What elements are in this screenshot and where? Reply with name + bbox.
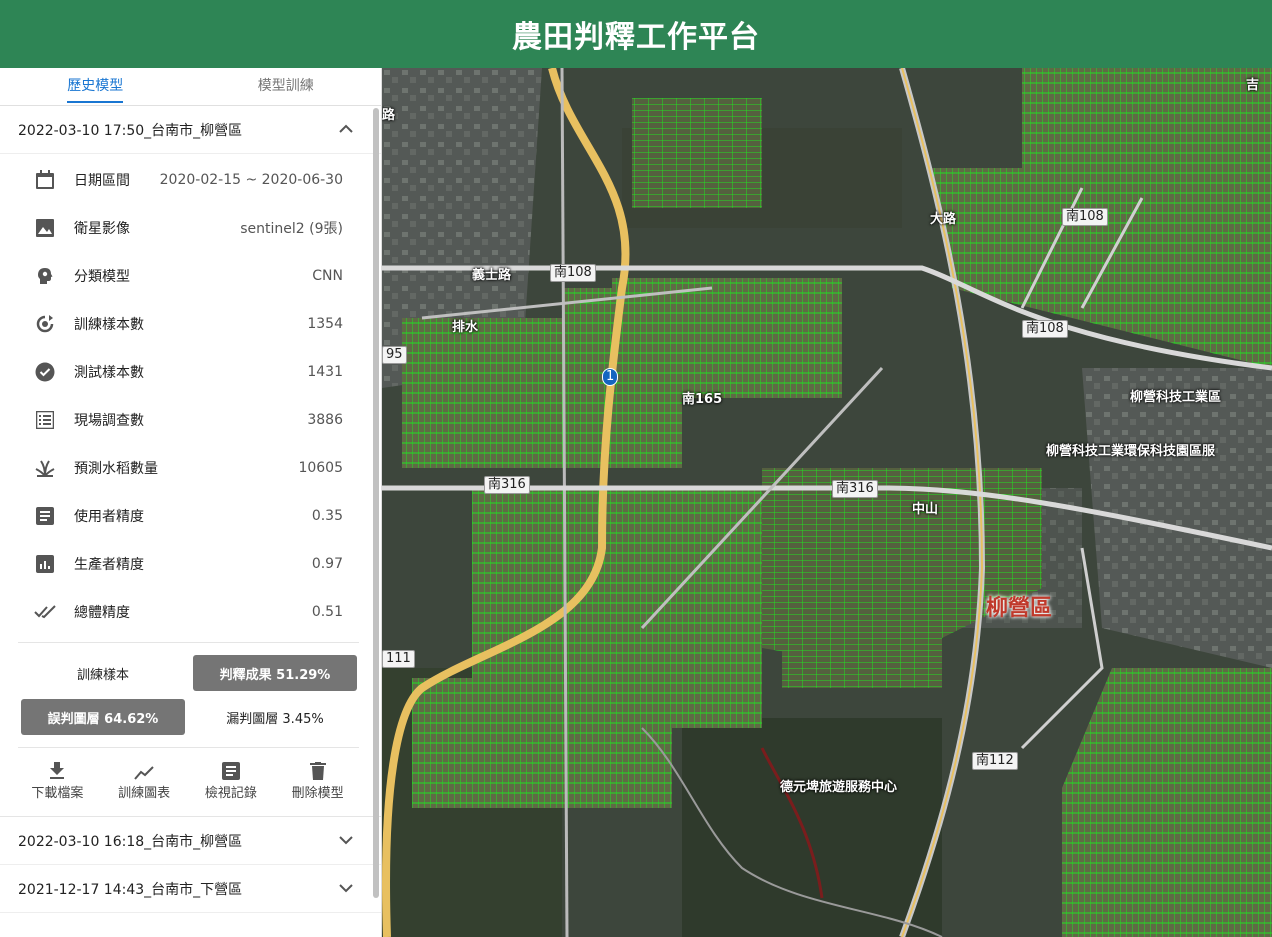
chevron-down-icon bbox=[339, 833, 353, 849]
detail-label: 預測水稻數量 bbox=[74, 461, 158, 477]
road-label: 吉 bbox=[1246, 78, 1260, 93]
detail-row-model: 分類模型 CNN bbox=[0, 252, 381, 300]
detail-row-overall-accuracy: 總體精度 0.51 bbox=[0, 588, 381, 636]
layer-buttons: 訓練樣本 判釋成果 51.29% 誤判圖層 64.62% 漏判圖層 3.45% bbox=[0, 643, 381, 747]
bar-chart-icon bbox=[34, 553, 56, 575]
road-shield: 111 bbox=[382, 650, 415, 668]
calendar-icon bbox=[34, 169, 56, 191]
record-title: 2021-12-17 14:43_台南市_下營區 bbox=[18, 881, 243, 898]
chevron-up-icon bbox=[339, 122, 353, 138]
action-label: 檢視記錄 bbox=[204, 786, 257, 801]
road-shield: 南108 bbox=[1022, 320, 1068, 338]
sidebar-scrollbar[interactable] bbox=[373, 108, 379, 898]
detail-label: 使用者精度 bbox=[74, 509, 144, 525]
place-label: 柳營科技工業環保科技園區服 bbox=[1046, 444, 1216, 459]
record-details: 日期區間 2020-02-15 ~ 2020-06-30 衛星影像 sentin… bbox=[0, 154, 381, 636]
map-view[interactable]: 義士路 南108 南108 南108 南316 南316 南112 95 111… bbox=[382, 68, 1272, 937]
road-label: 路 bbox=[382, 108, 396, 123]
download-icon bbox=[29, 758, 85, 780]
record-title: 2022-03-10 16:18_台南市_柳營區 bbox=[18, 833, 243, 850]
app-title: 農田判釋工作平台 bbox=[512, 20, 760, 55]
waterway-label: 排水 bbox=[452, 320, 479, 335]
detail-value: 2020-02-15 ~ 2020-06-30 bbox=[159, 172, 343, 188]
detail-label: 測試樣本數 bbox=[74, 365, 144, 381]
road-shield: 南112 bbox=[972, 752, 1018, 770]
road-shield: 南108 bbox=[550, 264, 596, 282]
detail-value: 0.97 bbox=[311, 556, 343, 572]
detail-row-training-samples: 訓練樣本數 1354 bbox=[0, 300, 381, 348]
detail-value: 3886 bbox=[307, 412, 343, 428]
record-title: 2022-03-10 17:50_台南市_柳營區 bbox=[18, 122, 243, 139]
log-icon bbox=[203, 758, 259, 780]
action-label: 訓練圖表 bbox=[118, 786, 171, 801]
chevron-down-icon bbox=[339, 881, 353, 897]
satellite-basemap bbox=[382, 68, 1272, 937]
list-icon bbox=[34, 409, 56, 431]
omission-layer-button[interactable]: 漏判圖層 3.45% bbox=[193, 699, 357, 735]
rice-icon bbox=[34, 457, 56, 479]
training-icon bbox=[34, 313, 56, 335]
road-label: 南165 bbox=[682, 392, 723, 407]
detail-label: 分類模型 bbox=[74, 269, 130, 285]
road-label: 中山 bbox=[912, 502, 939, 517]
detail-label: 衛星影像 bbox=[74, 221, 130, 237]
training-sample-layer-button[interactable]: 訓練樣本 bbox=[21, 655, 185, 691]
detail-row-predicted-rice: 預測水稻數量 10605 bbox=[0, 444, 381, 492]
detail-row-satellite: 衛星影像 sentinel2 (9張) bbox=[0, 204, 381, 252]
detail-label: 日期區間 bbox=[74, 173, 130, 189]
detail-value: 0.35 bbox=[311, 508, 343, 524]
tab-history-models[interactable]: 歷史模型 bbox=[0, 68, 191, 105]
result-layer-button[interactable]: 判釋成果 51.29% bbox=[193, 655, 357, 691]
district-label: 柳營區 bbox=[986, 596, 1053, 621]
sidebar: 歷史模型 模型訓練 2022-03-10 17:50_台南市_柳營區 日期區間 … bbox=[0, 68, 382, 937]
trash-icon bbox=[290, 758, 346, 780]
line-chart-icon bbox=[116, 758, 172, 780]
route-1-shield: 1 bbox=[602, 368, 619, 386]
app-header: 農田判釋工作平台 bbox=[0, 0, 1272, 68]
detail-label: 生產者精度 bbox=[74, 557, 144, 573]
detail-value: sentinel2 (9張) bbox=[240, 221, 343, 237]
action-label: 下載檔案 bbox=[31, 786, 84, 801]
tab-model-training[interactable]: 模型訓練 bbox=[191, 68, 382, 105]
detail-label: 總體精度 bbox=[74, 605, 130, 621]
detail-row-test-samples: 測試樣本數 1431 bbox=[0, 348, 381, 396]
detail-label: 現場調查數 bbox=[74, 413, 144, 429]
detail-row-field-surveys: 現場調查數 3886 bbox=[0, 396, 381, 444]
road-shield: 95 bbox=[382, 346, 407, 364]
model-icon bbox=[34, 265, 56, 287]
training-chart-button[interactable]: 訓練圖表 bbox=[116, 758, 172, 806]
detail-value: CNN bbox=[312, 268, 343, 284]
action-label: 刪除模型 bbox=[291, 786, 344, 801]
detail-row-user-accuracy: 使用者精度 0.35 bbox=[0, 492, 381, 540]
detail-value: 10605 bbox=[298, 460, 343, 476]
record-header-collapsed[interactable]: 2021-12-17 14:43_台南市_下營區 bbox=[0, 865, 381, 913]
record-actions: 下載檔案 訓練圖表 檢視記錄 刪除模型 bbox=[0, 748, 381, 817]
road-label: 義士路 bbox=[472, 268, 512, 283]
delete-model-button[interactable]: 刪除模型 bbox=[290, 758, 346, 806]
road-shield: 南108 bbox=[1062, 208, 1108, 226]
misclassified-layer-button[interactable]: 誤判圖層 64.62% bbox=[21, 699, 185, 735]
road-label: 大路 bbox=[930, 212, 957, 227]
road-shield: 南316 bbox=[832, 480, 878, 498]
record-header-collapsed[interactable]: 2022-03-10 16:18_台南市_柳營區 bbox=[0, 817, 381, 865]
detail-value: 1431 bbox=[307, 364, 343, 380]
detail-value: 0.51 bbox=[311, 604, 343, 620]
image-icon bbox=[34, 217, 56, 239]
place-label: 柳營科技工業區 bbox=[1130, 390, 1222, 405]
record-header-expanded[interactable]: 2022-03-10 17:50_台南市_柳營區 bbox=[0, 106, 381, 154]
check-circle-icon bbox=[34, 361, 56, 383]
download-button[interactable]: 下載檔案 bbox=[29, 758, 85, 806]
detail-label: 訓練樣本數 bbox=[74, 317, 144, 333]
view-log-button[interactable]: 檢視記錄 bbox=[203, 758, 259, 806]
detail-value: 1354 bbox=[307, 316, 343, 332]
place-label: 德元埤旅遊服務中心 bbox=[780, 780, 898, 795]
detail-row-producer-accuracy: 生產者精度 0.97 bbox=[0, 540, 381, 588]
double-check-icon bbox=[34, 601, 56, 623]
tab-bar: 歷史模型 模型訓練 bbox=[0, 68, 381, 106]
road-shield: 南316 bbox=[484, 476, 530, 494]
document-icon bbox=[34, 505, 56, 527]
detail-row-date-range: 日期區間 2020-02-15 ~ 2020-06-30 bbox=[0, 156, 381, 204]
